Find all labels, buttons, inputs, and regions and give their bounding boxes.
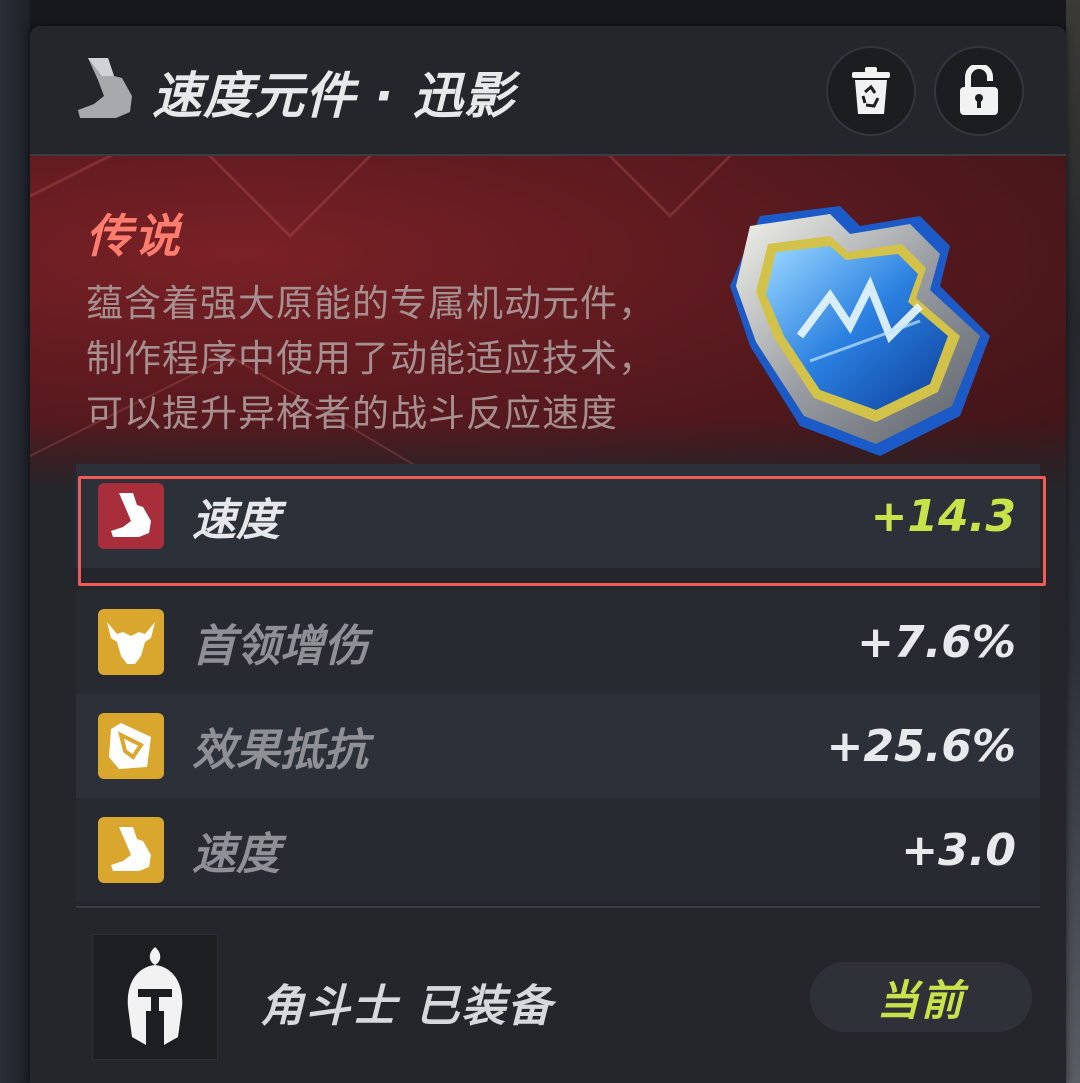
rarity-label: 传说 — [86, 209, 182, 263]
speed-boot-icon — [98, 817, 164, 883]
equipped-character-avatar[interactable] — [92, 934, 218, 1060]
stat-value: +14.3 — [870, 490, 1016, 542]
stat-row: 速度 +3.0 — [76, 798, 1040, 902]
bull-head-icon — [98, 609, 164, 675]
shield-resist-icon — [98, 713, 164, 779]
item-hero-section: 传说 蕴含着强大原能的专属机动元件，制作程序中使用了动能适应技术，可以提升异格者… — [30, 156, 1066, 486]
stat-name: 效果抵抗 — [192, 725, 368, 776]
stat-row: 首领增伤 +7.6% — [76, 590, 1040, 694]
item-description: 蕴含着强大原能的专属机动元件，制作程序中使用了动能适应技术，可以提升异格者的战斗… — [86, 282, 656, 435]
speed-boot-icon — [98, 483, 164, 549]
bottom-divider — [76, 906, 1040, 908]
equipped-status-text: 角斗士 已装备 — [260, 981, 554, 1032]
lock-toggle-button[interactable] — [934, 46, 1024, 136]
stat-value: +25.6% — [826, 720, 1016, 772]
stat-row: 效果抵抗 +25.6% — [76, 694, 1040, 798]
stat-name: 速度 — [192, 829, 280, 880]
background-left-edge — [0, 0, 30, 1083]
recycle-button[interactable] — [826, 46, 916, 136]
stat-name: 首领增伤 — [192, 621, 368, 672]
panel-header: 速度元件 · 迅影 — [30, 26, 1066, 154]
item-title: 速度元件 · 迅影 — [152, 67, 515, 125]
recycle-trash-icon — [852, 67, 890, 114]
stat-value: +7.6% — [857, 616, 1016, 668]
speed-boot-icon — [78, 58, 132, 118]
legendary-module-image — [730, 206, 990, 456]
item-detail-panel: 速度元件 · 迅影 传说 蕴含着强大原能的专属机动元件，制作程序中使用了动能适应… — [30, 26, 1066, 1083]
unlocked-padlock-icon — [960, 65, 998, 115]
description-area: 蕴含着强大原能的专属机动元件，制作程序中使用了动能适应技术，可以提升异格者的战斗… — [86, 276, 676, 446]
background-right-edge — [1066, 0, 1080, 1083]
current-button[interactable]: 当前 — [810, 962, 1032, 1032]
stat-row: 速度 +14.3 — [76, 464, 1040, 568]
stat-value: +3.0 — [901, 824, 1016, 876]
spartan-helmet-icon — [127, 947, 183, 1045]
stat-name: 速度 — [192, 495, 280, 546]
